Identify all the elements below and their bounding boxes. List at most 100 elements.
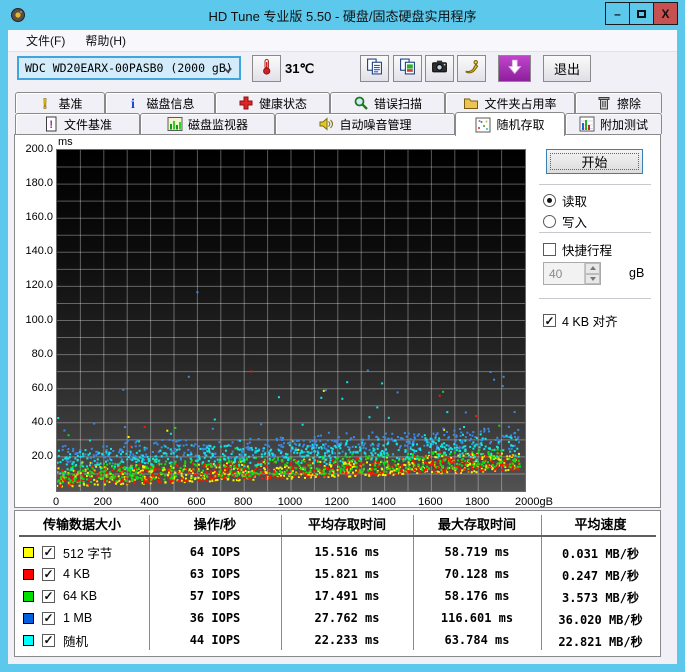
tab-label: 自动噪音管理 [339, 117, 412, 132]
tab-row-1: ! 基准 i 磁盘信息 健康状态 错误扫描 文件夹占用率 擦除 [15, 92, 662, 113]
series-label: 64 KB [63, 589, 98, 603]
y-tick-label: 160.0 [25, 211, 53, 224]
close-button[interactable]: X [653, 2, 678, 25]
tab-disk-info[interactable]: i 磁盘信息 [105, 92, 215, 113]
table-value: 22.821 MB/秒 [558, 635, 643, 649]
y-tick-label: 40.0 [31, 415, 53, 428]
table-value: 3.573 MB/秒 [561, 591, 640, 605]
copy-image-icon [399, 58, 416, 80]
series-visible-checkbox[interactable]: ✓ [42, 545, 55, 559]
aam-icon [318, 116, 334, 132]
disk-info-icon: i [125, 95, 141, 111]
copy-text-button[interactable] [360, 55, 389, 82]
short-stroke-checkbox[interactable]: 快捷行程 [543, 240, 612, 259]
table-row: ✓ 随机 [23, 629, 88, 651]
tab-label: 文件夹占用率 [484, 96, 557, 111]
short-stroke-value: 40 [549, 267, 563, 281]
disk-monitor-icon [167, 116, 183, 132]
y-tick-label: 20.0 [31, 449, 53, 462]
series-color-swatch [23, 590, 34, 602]
tab-file-benchmark[interactable]: ! 文件基准 [15, 113, 140, 134]
tab-aam[interactable]: 自动噪音管理 [275, 113, 455, 134]
table-header: 平均速度 [574, 517, 627, 532]
title-bar: HD Tune 专业版 5.50 - 硬盘/固态硬盘实用程序 – X [0, 0, 685, 30]
read-radio[interactable]: 读取 [543, 191, 587, 210]
table-value: 0.247 MB/秒 [561, 569, 640, 583]
temperature-value: 31℃ [285, 61, 315, 76]
menu-item-help[interactable]: 帮助(H) [75, 30, 136, 51]
x-tick-label: 200 [93, 496, 112, 508]
checkbox-checked-icon: ✓ [543, 313, 556, 328]
drive-select-value: WDC WD20EARX-00PASB0 (2000 gB) [25, 61, 233, 75]
table-value: 22.233 ms [314, 633, 380, 647]
download-icon [506, 58, 523, 80]
gold-tool-button[interactable] [457, 55, 486, 82]
tab-folder-usage[interactable]: 文件夹占用率 [445, 92, 575, 113]
x-tick-label: 1600 [418, 496, 443, 508]
tab-extra-tests[interactable]: 附加测试 [565, 113, 662, 134]
y-tick-label: 120.0 [25, 279, 53, 292]
copy-text-icon [366, 58, 383, 80]
table-value: 15.821 ms [314, 567, 380, 581]
series-color-swatch [23, 634, 34, 646]
x-tick-label: 1000 [277, 496, 303, 508]
start-button[interactable]: 开始 [546, 149, 643, 174]
tab-label: 附加测试 [599, 117, 648, 132]
maximize-button[interactable] [629, 2, 654, 25]
copy-image-button[interactable] [393, 55, 422, 82]
table-value: 27.762 ms [314, 611, 380, 625]
series-color-swatch [23, 546, 34, 558]
write-radio[interactable]: 写入 [543, 212, 587, 231]
svg-text:!: ! [43, 96, 48, 112]
menu-item-file[interactable]: 文件(F) [16, 30, 75, 51]
y-tick-label: 180.0 [25, 177, 53, 190]
y-tick-label: 60.0 [31, 381, 53, 394]
tab-disk-monitor[interactable]: 磁盘监视器 [140, 113, 275, 134]
scatter-plot-svg [56, 150, 525, 491]
series-visible-checkbox[interactable]: ✓ [42, 589, 55, 603]
tab-random-access[interactable]: 随机存取 [455, 112, 565, 136]
spin-down-button[interactable] [585, 273, 600, 284]
benchmark-icon: ! [37, 95, 53, 111]
arrow-down-icon [589, 276, 596, 281]
series-label: 随机 [63, 634, 89, 649]
y-tick-label: 80.0 [31, 347, 53, 360]
extra-tests-icon [579, 116, 595, 132]
camera-button[interactable] [425, 55, 454, 82]
short-stroke-unit: gB [629, 266, 645, 280]
tab-label: 基准 [58, 96, 83, 111]
tab-label: 随机存取 [496, 118, 545, 132]
random-access-panel: ms 200.0 180.0 160.0 140.0 120.0 100.0 80.0 60.… [14, 134, 661, 508]
table-value: 116.601 ms [440, 611, 514, 625]
short-stroke-size-stepper[interactable]: 40 [543, 262, 601, 285]
download-button[interactable] [498, 55, 531, 82]
temperature-button[interactable] [252, 55, 281, 82]
tab-error-scan[interactable]: 错误扫描 [330, 92, 445, 113]
series-visible-checkbox[interactable]: ✓ [42, 633, 55, 647]
health-icon [238, 95, 254, 111]
tab-label: 磁盘监视器 [187, 117, 248, 132]
tab-health[interactable]: 健康状态 [215, 92, 330, 113]
align-4kb-label: 4 KB 对齐 [562, 315, 618, 329]
tab-label: 健康状态 [258, 96, 307, 111]
table-header: 传输数据大小 [42, 517, 121, 532]
table-value: 63.784 ms [444, 633, 510, 647]
table-header: 最大存取时间 [437, 517, 516, 532]
align-4kb-checkbox[interactable]: ✓ 4 KB 对齐 [543, 311, 618, 330]
series-visible-checkbox[interactable]: ✓ [42, 567, 55, 581]
table-header: 操作/秒 [193, 517, 237, 532]
spin-up-button[interactable] [585, 263, 600, 274]
y-tick-label: 200.0 [25, 143, 53, 155]
menu-bar: 文件(F) 帮助(H) [8, 30, 677, 52]
y-axis-unit: ms [58, 136, 73, 148]
table-value: 70.128 ms [444, 567, 510, 581]
tab-erase[interactable]: 擦除 [575, 92, 662, 113]
x-tick-label: 1800 [464, 496, 490, 508]
drive-select[interactable]: WDC WD20EARX-00PASB0 (2000 gB) [17, 56, 241, 80]
exit-button[interactable]: 退出 [543, 55, 591, 82]
short-stroke-label: 快捷行程 [562, 244, 613, 258]
tab-benchmark[interactable]: ! 基准 [15, 92, 105, 113]
series-visible-checkbox[interactable]: ✓ [42, 611, 55, 625]
minimize-button[interactable]: – [605, 2, 630, 25]
table-value: 36.020 MB/秒 [558, 613, 643, 627]
